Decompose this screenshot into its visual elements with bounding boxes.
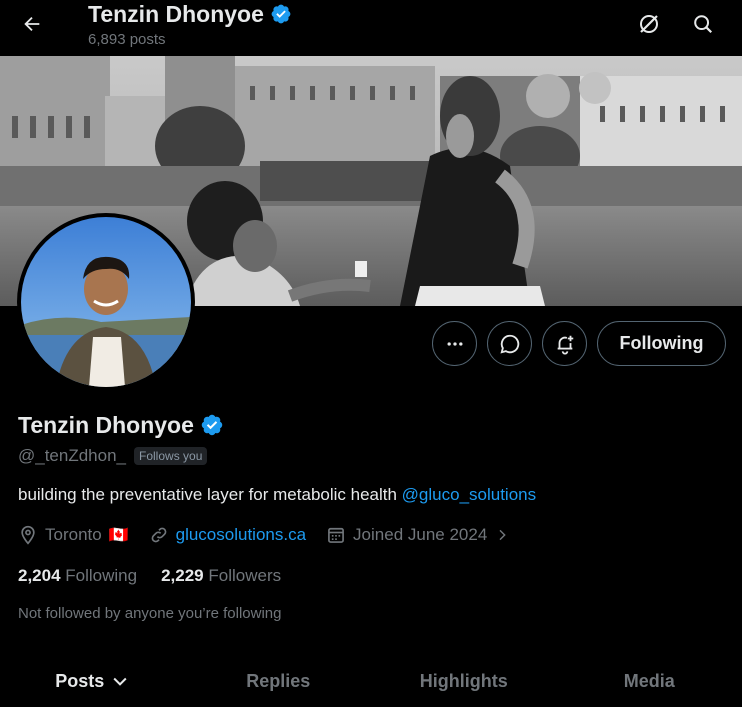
tab-posts[interactable]: Posts — [0, 660, 186, 707]
tab-posts-label: Posts — [55, 671, 105, 691]
joined-text: Joined June 2024 — [353, 525, 488, 544]
profile-name-row: Tenzin Dhonyoe — [18, 410, 224, 440]
avatar-photo — [21, 217, 191, 387]
following-count: 2,204 — [18, 566, 61, 585]
tab-highlights-label: Highlights — [419, 671, 508, 691]
profile-meta: Toronto 🇨🇦 glucosolutions.ca Joined June… — [18, 525, 530, 545]
tab-media-label: Media — [623, 671, 675, 691]
avatar[interactable] — [17, 213, 195, 391]
back-button[interactable] — [14, 6, 50, 42]
followers-count: 2,229 — [161, 566, 204, 585]
profile-bio: building the preventative layer for meta… — [18, 485, 536, 505]
profile-name: Tenzin Dhonyoe — [18, 412, 194, 438]
header-title-block: Tenzin Dhonyoe 6,893 posts — [88, 0, 292, 48]
handle-row: @_tenZdhon_ Follows you — [18, 446, 208, 466]
verified-badge-icon[interactable] — [200, 413, 224, 437]
message-icon — [499, 334, 519, 354]
profile-handle: @_tenZdhon_ — [18, 446, 127, 465]
website[interactable]: glucosolutions.ca — [149, 525, 306, 545]
followers-label: Followers — [208, 566, 282, 585]
back-arrow-icon — [24, 16, 40, 32]
location-text: Toronto — [45, 525, 102, 544]
tab-replies[interactable]: Replies — [186, 660, 372, 707]
bio-mention-link[interactable]: @gluco_solutions — [402, 485, 536, 504]
canada-flag-icon: 🇨🇦 — [108, 527, 129, 544]
bio-text: building the preventative layer for meta… — [18, 485, 402, 504]
follow-stats: 2,204 Following 2,229 Followers — [18, 566, 281, 586]
following-stat[interactable]: 2,204 Following — [18, 566, 137, 586]
top-bar: Tenzin Dhonyoe 6,893 posts — [0, 0, 742, 56]
chevron-down-icon — [113, 677, 127, 686]
verified-badge-icon — [271, 4, 291, 24]
followers-stat[interactable]: 2,229 Followers — [161, 566, 281, 586]
link-icon — [151, 527, 166, 543]
location-pin-icon — [21, 525, 35, 545]
tab-replies-label: Replies — [246, 671, 311, 691]
joined-date[interactable]: Joined June 2024 — [326, 525, 510, 545]
tab-media[interactable]: Media — [557, 660, 742, 707]
grok-icon — [640, 15, 658, 33]
message-button[interactable] — [487, 321, 532, 366]
location: Toronto 🇨🇦 — [18, 525, 129, 545]
more-icon — [447, 341, 462, 346]
follows-you-badge: Follows you — [134, 447, 208, 465]
posts-count: 6,893 posts — [88, 31, 166, 48]
grok-button[interactable] — [631, 6, 667, 42]
website-link[interactable]: glucosolutions.ca — [176, 525, 306, 545]
header-title: Tenzin Dhonyoe — [88, 1, 264, 27]
following-button[interactable]: Following — [597, 321, 726, 366]
chevron-right-icon — [499, 529, 506, 541]
calendar-icon — [328, 527, 344, 543]
notification-bell-icon — [557, 335, 573, 355]
notifications-button[interactable] — [542, 321, 587, 366]
tab-highlights[interactable]: Highlights — [371, 660, 557, 707]
not-followed-note: Not followed by anyone you’re following — [18, 605, 282, 622]
more-button[interactable] — [432, 321, 477, 366]
profile-tabs: Posts Replies Highlights Media — [0, 660, 742, 707]
search-button[interactable] — [685, 6, 721, 42]
following-label: Following — [65, 566, 138, 585]
search-icon — [694, 15, 713, 34]
